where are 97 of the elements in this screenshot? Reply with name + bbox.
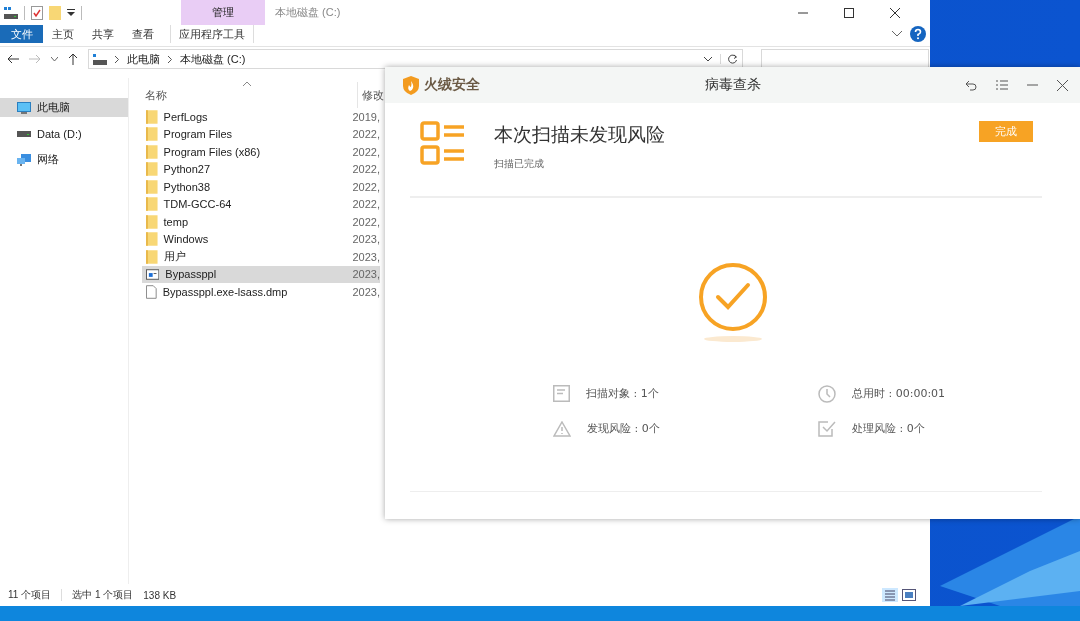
status-text: 11 个项目 <box>8 588 52 602</box>
folder-icon <box>146 232 158 247</box>
file-row[interactable]: Bypassppl 2023, <box>142 265 380 283</box>
result-heading: 本次扫描未发现风险 <box>494 122 666 147</box>
undo-icon[interactable] <box>965 79 977 91</box>
document-icon <box>553 385 570 402</box>
file-name: Program Files (x86) <box>163 145 262 158</box>
file-row[interactable]: Program Files 2022, <box>142 125 380 143</box>
window-title: 本地磁盘 (C:) <box>275 5 341 20</box>
file-row[interactable]: Windows 2023, <box>142 230 380 248</box>
file-row[interactable]: temp 2022, <box>142 213 380 231</box>
stat-text: 发现风险 : 0个 <box>587 421 660 436</box>
file-name: PerfLogs <box>163 110 209 123</box>
thumbnail-view-icon[interactable] <box>902 589 916 601</box>
status-text: 选中 1 个项目 <box>72 588 134 602</box>
file-row[interactable]: PerfLogs 2019, <box>142 108 380 126</box>
file-row[interactable]: 用户 2023, <box>142 248 380 266</box>
file-name: Bypassppl <box>165 268 218 281</box>
file-name: temp <box>163 215 189 228</box>
clock-icon <box>818 384 836 403</box>
file-name: 用户 <box>163 249 187 265</box>
maximize-icon[interactable] <box>844 7 854 18</box>
file-date: 2023, <box>352 250 380 263</box>
file-name: Windows <box>163 233 210 246</box>
file-date: 2022, <box>352 145 380 158</box>
file-date: 2022, <box>352 180 380 193</box>
stat-text: 扫描对象 : 1个 <box>586 386 659 401</box>
context-group-label: 管理 <box>181 0 265 25</box>
folder-icon <box>146 214 158 229</box>
folder-icon <box>146 127 158 142</box>
file-name: Program Files <box>163 128 233 141</box>
properties-icon[interactable] <box>31 5 43 20</box>
file-name: TDM-GCC-64 <box>163 198 233 211</box>
monitor-icon <box>17 101 31 114</box>
dropdown-chevron-icon[interactable] <box>704 56 712 62</box>
file-row[interactable]: Python27 2022, <box>142 160 380 178</box>
application-icon <box>146 268 160 280</box>
nav-item[interactable]: 此电脑 <box>0 98 128 117</box>
drive-icon <box>17 130 31 137</box>
file-row[interactable]: Python38 2022, <box>142 178 380 196</box>
file-date: 2023, <box>352 268 380 281</box>
file-date: 2022, <box>352 163 380 176</box>
folder-icon <box>146 109 158 124</box>
ribbon-tab[interactable]: 共享 <box>83 25 123 43</box>
status-text: 138 KB <box>143 589 177 601</box>
stat-text: 总用时 : 00:00:01 <box>852 386 946 401</box>
refresh-icon[interactable] <box>720 54 738 64</box>
sort-caret-icon <box>243 82 251 86</box>
close-icon[interactable] <box>890 7 900 18</box>
file-name: Python27 <box>163 163 212 176</box>
ribbon-tab[interactable]: 主页 <box>43 25 83 43</box>
shield-flame-icon <box>403 75 419 95</box>
brand-name: 火绒安全 <box>424 76 480 94</box>
recent-chevron-icon[interactable] <box>51 56 58 62</box>
file-date: 2022, <box>352 215 380 228</box>
close-icon[interactable] <box>1057 79 1068 91</box>
back-arrow-icon[interactable] <box>7 54 19 64</box>
warning-icon <box>553 420 571 437</box>
chevron-right-icon <box>115 55 119 63</box>
chevron-right-icon <box>168 55 172 63</box>
file-date: 2022, <box>352 128 380 141</box>
file-name: Python38 <box>163 180 212 193</box>
file-name: Bypassppl.exe-lsass.dmp <box>162 285 289 298</box>
drive-icon <box>93 53 107 65</box>
folder-icon <box>146 179 158 194</box>
file-date: 2019, <box>352 110 380 123</box>
result-subtitle: 扫描已完成 <box>494 157 545 171</box>
file-row[interactable]: Bypassppl.exe-lsass.dmp 2023, <box>142 283 380 301</box>
column-header[interactable]: 名称 <box>142 87 357 103</box>
document-icon <box>146 284 157 299</box>
file-date: 2023, <box>352 285 380 298</box>
file-menu-tab[interactable]: 文件 <box>0 25 43 43</box>
help-icon[interactable] <box>910 26 926 42</box>
file-date: 2023, <box>352 233 380 246</box>
nav-item[interactable]: Data (D:) <box>0 124 128 143</box>
checklist-icon <box>420 121 466 165</box>
column-header[interactable]: 修改 <box>357 82 384 108</box>
file-row[interactable]: Program Files (x86) 2022, <box>142 143 380 161</box>
breadcrumb-item[interactable]: 此电脑 <box>127 51 160 67</box>
file-date: 2022, <box>352 198 380 211</box>
network-icon <box>17 153 31 166</box>
file-row[interactable]: TDM-GCC-64 2022, <box>142 195 380 213</box>
checkbox-check-icon <box>818 420 836 437</box>
dropdown-icon[interactable] <box>67 8 75 17</box>
up-arrow-icon[interactable] <box>68 53 78 65</box>
drive-icon[interactable] <box>4 6 18 19</box>
breadcrumb-item[interactable]: 本地磁盘 (C:) <box>180 51 246 67</box>
folder-icon <box>146 249 158 264</box>
ribbon-tab[interactable]: 查看 <box>123 25 163 43</box>
nav-item[interactable]: 网络 <box>0 150 128 169</box>
expand-ribbon-icon[interactable] <box>892 31 902 37</box>
window-title: 病毒查杀 <box>703 76 762 94</box>
folder-icon <box>146 144 158 159</box>
success-check-icon <box>698 262 768 332</box>
stat-text: 处理风险 : 0个 <box>852 421 925 436</box>
folder-icon <box>146 162 158 177</box>
folder-icon <box>146 197 158 212</box>
